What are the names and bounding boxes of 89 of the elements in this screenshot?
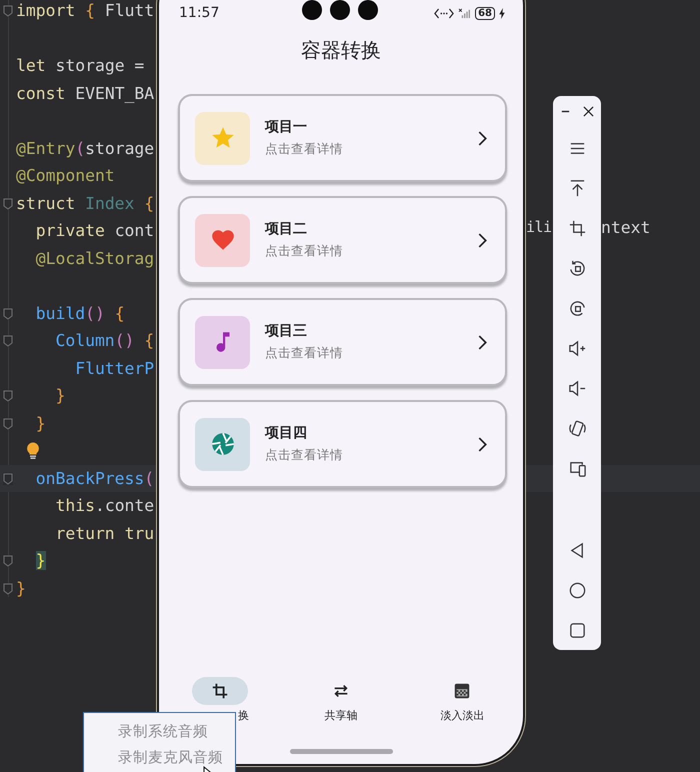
grid-icon: [453, 682, 472, 700]
nav-tab[interactable]: 淡入淡出: [402, 677, 523, 723]
list-card[interactable]: 项目一 点击查看详情: [178, 94, 507, 182]
charging-icon: [499, 8, 505, 18]
card-title: 项目三: [265, 322, 308, 340]
code-text: build: [34, 304, 86, 322]
tab-label: 淡入淡出: [440, 709, 484, 723]
code-text: const: [16, 84, 66, 102]
code-text: (): [114, 331, 136, 350]
code-text: Flutt: [104, 1, 154, 20]
code-text: cont: [114, 221, 154, 240]
chevron-right-icon: [478, 334, 487, 350]
card-title: 项目二: [265, 220, 308, 238]
code-text: @Entry: [16, 138, 76, 158]
code-text: private: [34, 221, 106, 240]
code-text: }: [34, 414, 46, 432]
rotate-right-icon[interactable]: [568, 298, 586, 318]
code-text: import: [16, 1, 76, 20]
chevron-right-icon: [478, 436, 487, 452]
fold-marker-icon[interactable]: [3, 198, 13, 210]
code-text: {: [85, 1, 96, 20]
fold-marker-icon[interactable]: [3, 418, 13, 430]
code-text: ntext: [601, 217, 650, 239]
recent-apps-icon[interactable]: [568, 620, 586, 640]
code-text: tru: [124, 524, 154, 542]
code-text: storage: [85, 138, 154, 158]
camera-icon: [302, 0, 322, 20]
camera-icon: [330, 0, 350, 20]
card-subtitle: 点击查看详情: [265, 345, 344, 362]
code-text: return: [54, 524, 116, 542]
list-card[interactable]: 项目四 点击查看详情: [178, 400, 507, 488]
lightbulb-icon[interactable]: [26, 441, 40, 460]
code-text: let: [16, 56, 47, 75]
code-text: {: [144, 331, 154, 350]
code-text: this: [54, 496, 95, 515]
fold-marker-icon[interactable]: [3, 335, 13, 347]
fold-marker-icon[interactable]: [3, 308, 13, 320]
fold-marker-icon[interactable]: [3, 555, 13, 567]
code-text: {: [114, 304, 125, 322]
tab-label: 共享轴: [324, 709, 358, 723]
card-subtitle: 点击查看详情: [265, 141, 344, 158]
swap-arrows-icon: [332, 682, 350, 700]
code-text: .conte: [94, 496, 154, 515]
fold-marker-icon[interactable]: [3, 5, 13, 17]
code-text: @Component: [16, 166, 115, 185]
list-card[interactable]: 项目三 点击查看详情: [178, 298, 507, 386]
code-text: (: [144, 468, 154, 488]
code-text: @LocalStorag: [34, 248, 154, 268]
card-title: 项目一: [265, 118, 308, 136]
volume-up-icon[interactable]: [568, 338, 586, 358]
code-text: ili: [526, 217, 552, 238]
list-card[interactable]: 项目二 点击查看详情: [178, 196, 507, 284]
code-text: }: [54, 386, 66, 405]
camera-icon: [358, 0, 378, 20]
code-text: EVENT_BA: [75, 84, 154, 102]
battery-level: 68: [475, 6, 495, 20]
chevron-right-icon: [478, 232, 487, 248]
card-title: 项目四: [265, 424, 308, 442]
rotate-left-icon[interactable]: [568, 258, 586, 278]
card-subtitle: 点击查看详情: [265, 243, 344, 260]
code-text: }: [16, 578, 26, 598]
signal-icon: [458, 8, 472, 18]
data-transfer-icon: [434, 8, 454, 18]
code-text: (): [85, 304, 106, 322]
home-icon[interactable]: [568, 580, 586, 600]
code-text: FlutterP: [74, 358, 154, 378]
crop-icon[interactable]: [568, 218, 586, 238]
fold-marker-icon[interactable]: [3, 472, 13, 484]
code-text: struct: [16, 194, 76, 212]
crop-icon: [210, 682, 229, 700]
shake-phone-icon[interactable]: [568, 418, 586, 438]
code-text: }: [36, 551, 46, 570]
aperture-icon: [210, 431, 236, 457]
tab-label: 换: [238, 709, 250, 723]
code-text: {: [144, 194, 154, 212]
code-text: Column: [54, 331, 115, 350]
code-text: (: [75, 138, 86, 158]
fold-marker-icon[interactable]: [3, 390, 13, 402]
fold-marker-icon[interactable]: [3, 582, 13, 594]
card-subtitle: 点击查看详情: [265, 447, 344, 464]
close-icon[interactable]: [583, 106, 594, 116]
chevron-right-icon: [478, 130, 487, 146]
status-time: 11:57: [179, 4, 220, 20]
volume-down-icon[interactable]: [568, 378, 586, 398]
nav-tab[interactable]: 共享轴: [280, 677, 402, 723]
page-title: 容器转换: [300, 37, 382, 63]
code-text: onBackPress: [34, 468, 144, 488]
code-text: storage =: [55, 56, 144, 75]
code-text: Index: [85, 194, 136, 212]
